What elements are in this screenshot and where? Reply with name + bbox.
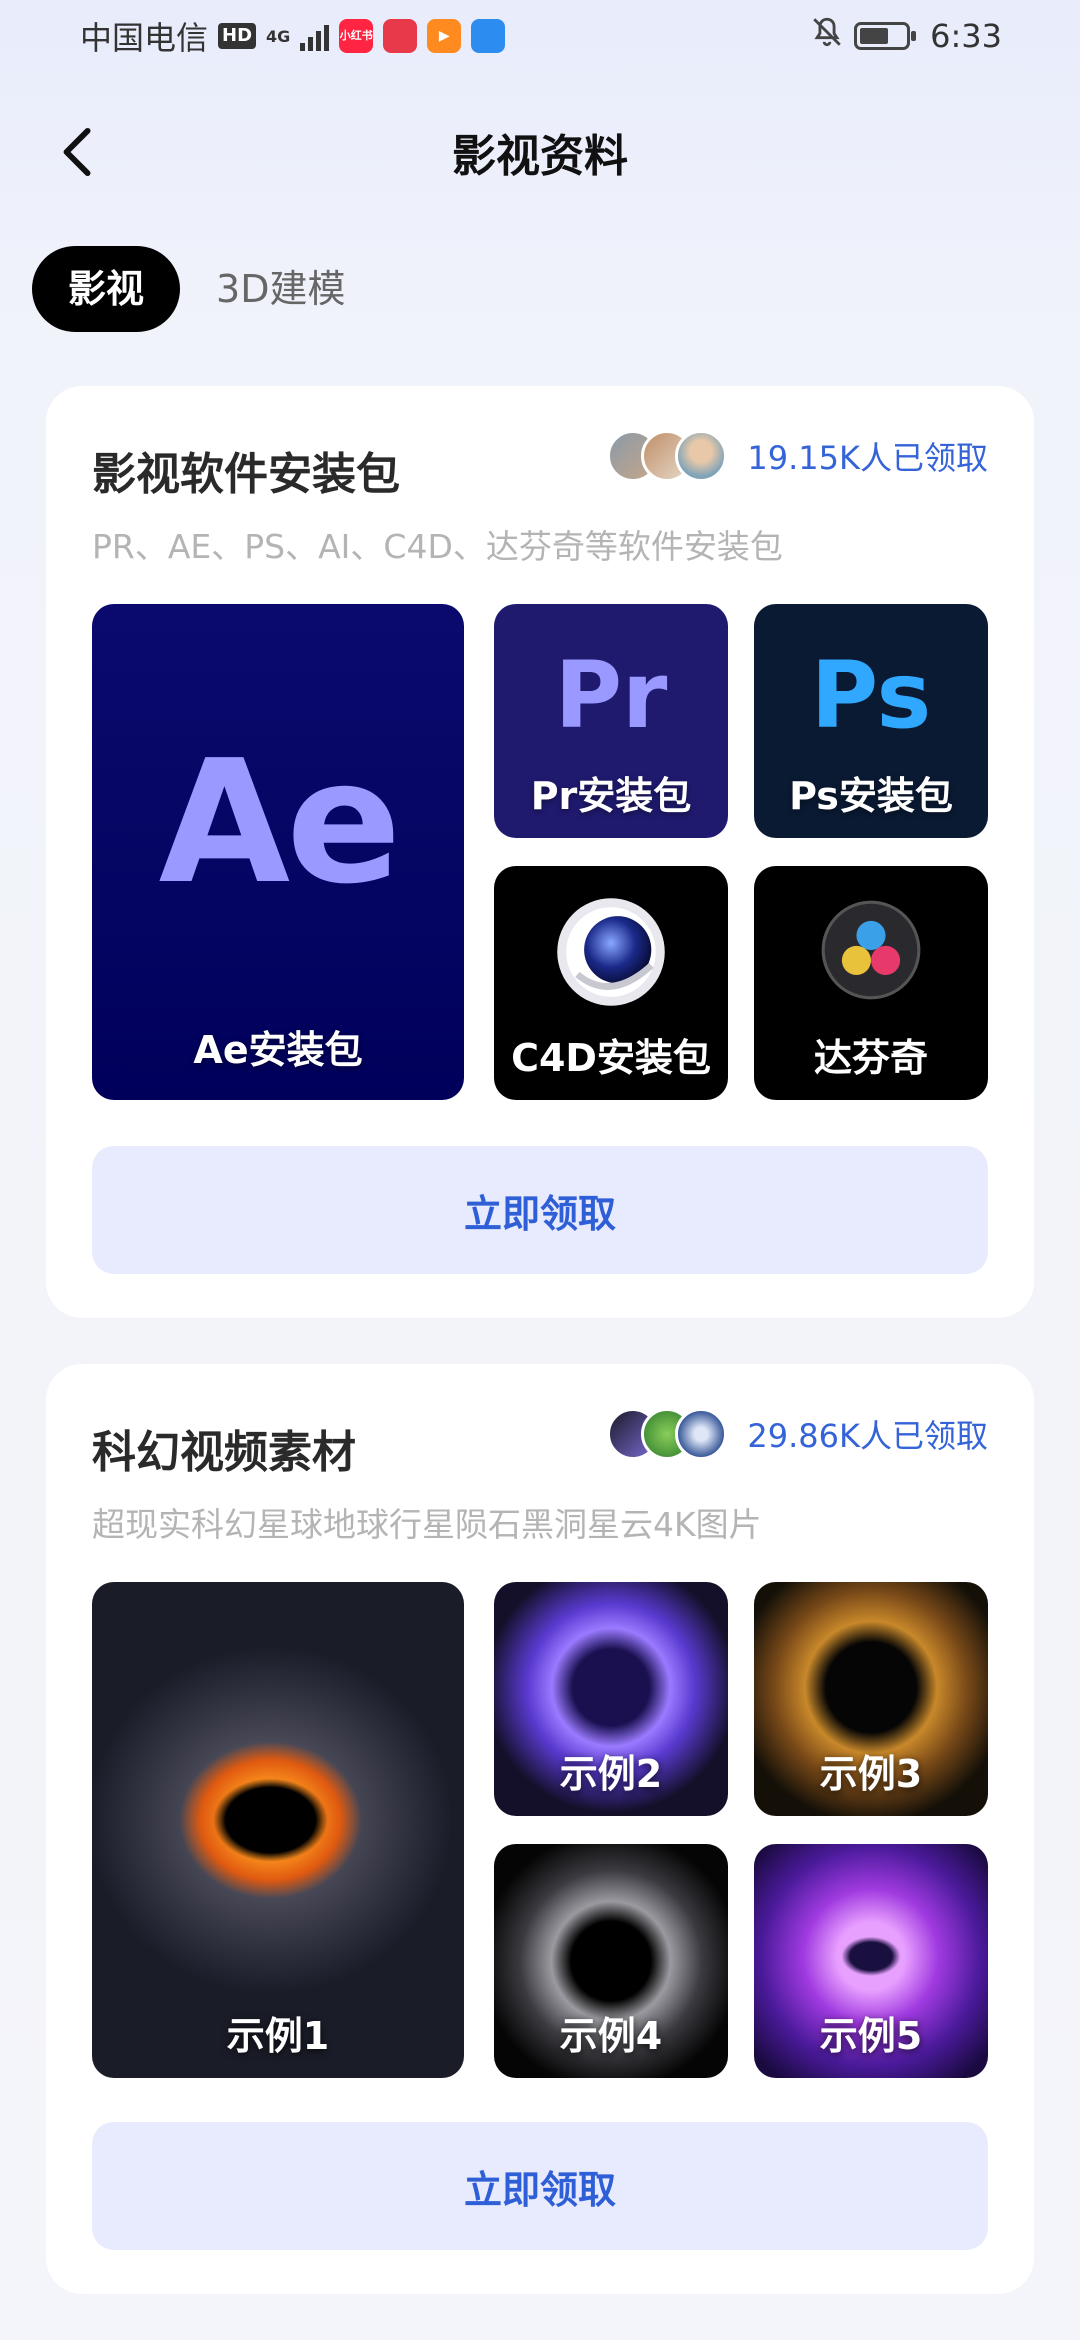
- c4d-package-tile[interactable]: C4D安装包: [494, 866, 728, 1100]
- signal-icon: [300, 21, 330, 51]
- example-tile[interactable]: 示例3: [754, 1582, 988, 1816]
- example-tile[interactable]: 示例4: [494, 1844, 728, 2078]
- example-tile[interactable]: 示例1: [92, 1582, 464, 2078]
- ps-package-tile[interactable]: Ps Ps安装包: [754, 604, 988, 838]
- tile-label: C4D安装包: [511, 1036, 711, 1080]
- avatar-stack: [607, 430, 728, 482]
- mute-bell-icon: [810, 15, 844, 57]
- page-title: 影视资料: [452, 131, 628, 182]
- battery-icon: [854, 22, 917, 50]
- claim-count: 19.15K人已领取: [607, 430, 988, 482]
- cinema-4d-icon: [557, 898, 665, 1006]
- category-tabs: 影视 3D建模: [32, 246, 345, 332]
- back-button[interactable]: [48, 122, 108, 182]
- hd-icon: HD: [218, 23, 257, 49]
- header: 影视资料: [0, 112, 1080, 192]
- scifi-material-card: 科幻视频素材 29.86K人已领取 超现实科幻星球地球行星陨石黑洞星云4K图片 …: [46, 1364, 1034, 2294]
- chat-app-icon: [471, 19, 506, 53]
- video-app-icon: ▶: [427, 19, 462, 53]
- status-left: 中国电信 HD 4G 小红书 ▶: [80, 13, 506, 59]
- software-package-card: 影视软件安装包 19.15K人已领取 PR、AE、PS、AI、C4D、达芬奇等软…: [46, 386, 1034, 1318]
- status-right: 6:33: [810, 15, 1002, 57]
- pr-logo-icon: Pr: [554, 642, 668, 749]
- book-app-icon: [383, 19, 418, 53]
- ae-logo-icon: Ae: [158, 724, 402, 922]
- davinci-resolve-icon: [821, 900, 921, 1000]
- tile-label: 示例1: [226, 2014, 330, 2058]
- card-title: 影视软件安装包: [92, 449, 400, 500]
- avatar-stack: [607, 1408, 728, 1460]
- xiaohongshu-icon: 小红书: [339, 19, 374, 53]
- tab-film[interactable]: 影视: [32, 246, 181, 332]
- tile-label: 达芬奇: [813, 1036, 928, 1080]
- carrier-name: 中国电信: [80, 19, 209, 57]
- tile-label: Ps安装包: [789, 774, 953, 818]
- ps-logo-icon: Ps: [810, 642, 932, 749]
- avatar: [675, 430, 728, 482]
- avatar: [675, 1408, 728, 1460]
- card-title: 科幻视频素材: [92, 1427, 356, 1478]
- card-description: PR、AE、PS、AI、C4D、达芬奇等软件安装包: [92, 527, 783, 566]
- network-type: 4G: [266, 26, 291, 46]
- status-bar: 中国电信 HD 4G 小红书 ▶ 6:33: [0, 0, 1080, 72]
- pr-package-tile[interactable]: Pr Pr安装包: [494, 604, 728, 838]
- claim-button[interactable]: 立即领取: [92, 2122, 988, 2250]
- tile-label: 示例5: [819, 2014, 923, 2058]
- claimed-count-text: 29.86K人已领取: [747, 1417, 988, 1455]
- example-tile[interactable]: 示例5: [754, 1844, 988, 2078]
- tile-label: Ae安装包: [193, 1028, 363, 1072]
- tile-label: 示例2: [559, 1752, 663, 1796]
- claimed-count-text: 19.15K人已领取: [747, 439, 988, 477]
- card-description: 超现实科幻星球地球行星陨石黑洞星云4K图片: [92, 1505, 762, 1544]
- example-tile[interactable]: 示例2: [494, 1582, 728, 1816]
- claim-button[interactable]: 立即领取: [92, 1146, 988, 1274]
- tab-3d-modeling[interactable]: 3D建模: [216, 246, 345, 332]
- ae-package-tile[interactable]: Ae Ae安装包: [92, 604, 464, 1100]
- tile-label: Pr安装包: [530, 774, 692, 818]
- tile-label: 示例4: [559, 2014, 663, 2058]
- chevron-left-icon: [63, 127, 91, 177]
- clock: 6:33: [930, 17, 1002, 55]
- claim-count: 29.86K人已领取: [607, 1408, 988, 1460]
- tile-label: 示例3: [819, 1752, 923, 1796]
- davinci-package-tile[interactable]: 达芬奇: [754, 866, 988, 1100]
